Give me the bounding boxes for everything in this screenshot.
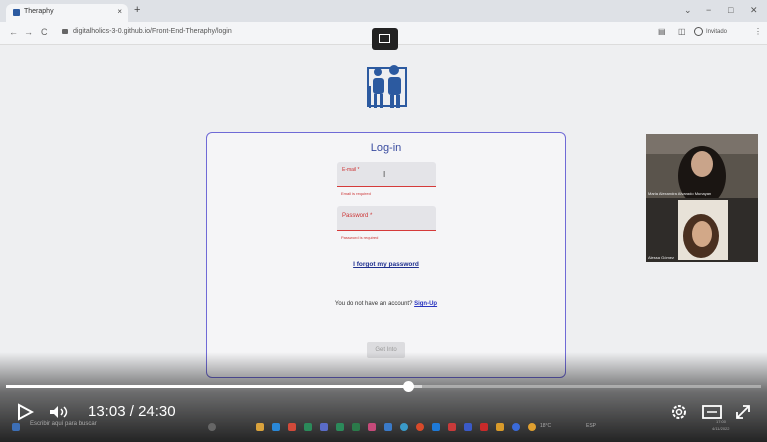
app-icon[interactable] (352, 423, 360, 431)
taskbar-search[interactable]: Escribir aquí para buscar (30, 421, 97, 427)
screen: Theraphy × + ⌄ − □ ✕ ← → C digitalholics… (0, 0, 767, 442)
taskbar-clock-time[interactable]: 17:00 (716, 419, 726, 424)
participant-name: Maria Alexandra Alvarado Munayan (648, 191, 712, 196)
email-label: E-mail * (342, 167, 360, 173)
signup-link[interactable]: Sign-Up (414, 301, 437, 307)
password-label: Password * (342, 213, 373, 219)
close-window-button[interactable]: ✕ (750, 5, 758, 16)
chrome-icon[interactable] (400, 423, 408, 431)
maximize-button[interactable]: □ (728, 5, 733, 15)
duration: 24:30 (138, 403, 176, 420)
signup-prompt: You do not have an account? Sign-Up (207, 301, 565, 307)
play-icon[interactable] (16, 403, 34, 421)
app-icon[interactable] (368, 423, 376, 431)
progress-fill (6, 385, 408, 388)
app-icon[interactable] (480, 423, 488, 431)
menu-icon[interactable]: ⋮ (754, 27, 762, 36)
windows-start-icon[interactable] (12, 423, 20, 431)
app-icon[interactable] (464, 423, 472, 431)
explorer-icon[interactable] (256, 423, 264, 431)
login-card: Log-in E-mail * I Email is required Pass… (206, 132, 566, 378)
app-icon[interactable] (512, 423, 520, 431)
app-icon[interactable] (448, 423, 456, 431)
email-error: Email is required (341, 191, 371, 196)
exit-fullscreen-icon[interactable] (372, 28, 398, 50)
forgot-password-link[interactable]: I forgot my password (207, 261, 565, 268)
app-icon[interactable] (384, 423, 392, 431)
login-title: Log-in (370, 142, 402, 154)
browser-tab[interactable]: Theraphy × (6, 4, 128, 22)
tab-close-icon[interactable]: × (117, 7, 122, 16)
new-tab-button[interactable]: + (134, 4, 140, 16)
progress-scrubber[interactable] (402, 381, 414, 392)
tab-search-icon[interactable]: ⌄ (684, 5, 692, 16)
input-language[interactable]: ESP (586, 423, 596, 429)
tab-title: Theraphy (24, 8, 54, 15)
settings-gear-icon[interactable] (670, 403, 688, 421)
no-account-text: You do not have an account? (334, 301, 413, 307)
app-icon[interactable] (304, 423, 312, 431)
profile-icon[interactable] (694, 27, 703, 36)
participant-tile: Maria Alexandra Alvarado Munayan (646, 134, 758, 198)
weather-icon (528, 423, 536, 431)
taskbar-clock-date[interactable]: 4/11/2022 (712, 426, 730, 431)
taskview-icon[interactable] (208, 423, 216, 431)
browser-tab-bar: Theraphy × + ⌄ − □ ✕ (0, 0, 767, 22)
app-icon[interactable] (432, 423, 440, 431)
sidepanel-icon[interactable]: ◫ (678, 27, 686, 36)
lock-icon (62, 28, 68, 34)
forward-button[interactable]: → (24, 27, 33, 37)
profile-label[interactable]: Invitado (706, 29, 727, 35)
favicon-icon (13, 9, 20, 16)
minimize-button[interactable]: − (706, 5, 711, 15)
password-field[interactable]: Password * (337, 206, 436, 231)
back-button[interactable]: ← (9, 27, 18, 37)
participant-tile: Alessa Gómez (646, 198, 758, 262)
extensions-icon[interactable]: ▤ (658, 27, 666, 36)
password-error: Password is required (341, 235, 379, 240)
teams-icon[interactable] (320, 423, 328, 431)
reload-button[interactable]: C (41, 27, 48, 37)
app-icon[interactable] (496, 423, 504, 431)
email-field[interactable]: E-mail * I (337, 162, 436, 187)
progress-bar[interactable] (6, 381, 761, 392)
url-text: digitalholics-3-0.github.io/Front-End-Th… (73, 28, 232, 35)
app-icon[interactable] (416, 423, 424, 431)
url-field[interactable]: digitalholics-3-0.github.io/Front-End-Th… (62, 28, 232, 35)
app-icon[interactable] (288, 423, 296, 431)
app-icon[interactable] (336, 423, 344, 431)
participant-name: Alessa Gómez (648, 255, 675, 260)
time-separator: / (129, 403, 134, 420)
theater-mode-icon[interactable] (702, 404, 722, 420)
current-time: 13:03 (88, 403, 126, 420)
text-cursor-icon: I (383, 170, 386, 179)
fullscreen-icon[interactable] (734, 403, 752, 421)
time-display: 13:03 / 24:30 (88, 403, 176, 420)
theraphy-logo (367, 65, 407, 108)
app-icon[interactable] (272, 423, 280, 431)
volume-icon[interactable] (48, 404, 72, 420)
participant-video (646, 134, 758, 198)
participant-video (646, 198, 758, 262)
temperature: 18°C (540, 423, 552, 429)
